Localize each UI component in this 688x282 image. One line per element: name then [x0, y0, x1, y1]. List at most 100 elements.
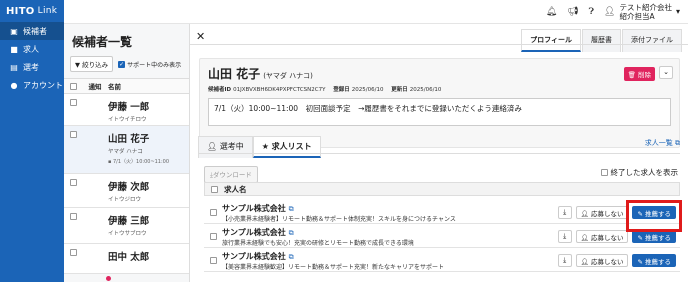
row-checkbox[interactable]: [69, 249, 77, 256]
more-dropdown-button[interactable]: ⌄: [659, 66, 673, 79]
job-checkbox[interactable]: [209, 257, 217, 264]
tab-job-list[interactable]: ★ 求人リスト: [252, 136, 321, 158]
top-bar: 🔔︎ 📢︎ ❓︎ 👤︎ テスト紹介会社 紹介担当A ▾: [64, 0, 688, 24]
candidate-memo: 7/1（火）10:00~11:00: [112, 159, 170, 165]
job-list-header: 求人名: [204, 182, 680, 196]
pencil-icon: ✎: [637, 258, 643, 266]
candidate-detail-panel: ✕ プロフィール 履歴書 添付ファイル 山田 花子 (ヤマダ ハナコ) 候補者ID…: [190, 24, 688, 282]
briefcase-icon: ■: [10, 44, 18, 54]
chevron-down-icon: ⌄: [663, 68, 669, 76]
row-checkbox[interactable]: [69, 131, 77, 138]
person-icon: 👤︎: [207, 142, 218, 151]
megaphone-icon[interactable]: 📢︎: [567, 7, 578, 17]
company-name: テスト紹介会社: [619, 2, 672, 12]
candidate-kana: ヤマダ ハナコ: [108, 149, 143, 155]
external-link-icon[interactable]: ⧉: [289, 205, 294, 213]
list-header: 通知 名前: [64, 78, 189, 94]
job-company-link[interactable]: サンプル株式会社: [222, 204, 286, 213]
job-company-link[interactable]: サンプル株式会社: [222, 228, 286, 237]
decline-button[interactable]: 👤︎ 応募しない: [575, 230, 629, 243]
updated-date: 2025/06/10: [409, 87, 442, 93]
list-item[interactable]: 山田 花子 ヤマダ ハナコ ▪ 7/1（火）10:00~11:00: [64, 126, 189, 174]
clipboard-icon: ▤: [10, 62, 18, 72]
tab-in-selection[interactable]: 👤︎ 選考中: [198, 136, 253, 158]
registered-date: 2025/06/10: [351, 87, 384, 93]
show-closed-toggle[interactable]: 終了した求人を表示: [600, 167, 678, 178]
list-item[interactable]: 伊藤 次郎イトウジロウ: [64, 174, 189, 208]
job-description: 旅行業界未経験でも安心！充実の研修とリモート勤務で成長できる環境: [222, 239, 414, 247]
job-company-link[interactable]: サンプル株式会社: [222, 252, 286, 261]
person-minus-icon: 👤︎: [580, 258, 589, 266]
page-title: 候補者一覧: [72, 35, 133, 49]
candidate-kana: イトウサブロウ: [108, 231, 147, 237]
candidate-name: 田中 太郎: [108, 252, 150, 263]
decline-button[interactable]: 👤︎ 応募しない: [575, 206, 629, 219]
list-item[interactable]: 伊藤 三郎イトウサブロウ: [64, 208, 189, 244]
support-only-checkbox[interactable]: ✓: [118, 60, 126, 68]
sidebar-item-jobs[interactable]: ■ 求人: [0, 40, 64, 58]
candidate-name: 山田 花子: [108, 134, 150, 145]
profile-name: 山田 花子: [208, 67, 261, 81]
candidate-kana: イトウジロウ: [108, 197, 142, 203]
bell-icon[interactable]: 🔔︎: [546, 7, 557, 17]
notice-column-header: 通知: [88, 83, 102, 91]
user-menu[interactable]: 👤︎ テスト紹介会社 紹介担当A ▾: [604, 3, 680, 21]
download-icon-button[interactable]: ⤓: [557, 206, 572, 219]
candidate-name: 伊藤 次郎: [108, 182, 150, 193]
job-description: 【美容業界未経験歓迎】リモート勤務＆サポート充実！新たなキャリアをサポート: [222, 263, 445, 271]
download-button[interactable]: ⤓ダウンロード: [204, 166, 258, 183]
show-closed-checkbox[interactable]: [600, 169, 608, 176]
row-checkbox[interactable]: [69, 99, 77, 106]
decline-button[interactable]: 👤︎ 応募しない: [575, 254, 629, 267]
sidebar: HITO Link ▣ 候補者 ■ 求人 ▤ 選考 ● アカウント: [0, 0, 64, 282]
download-icon: ⤓: [563, 232, 567, 240]
download-icon-button[interactable]: ⤓: [557, 230, 572, 243]
select-all-checkbox[interactable]: [69, 82, 77, 90]
download-icon: ⤓: [563, 256, 567, 264]
job-row: サンプル株式会社 ⧉ 旅行業界未経験でも安心！充実の研修とリモート勤務で成長でき…: [204, 226, 680, 248]
star-icon: ★: [261, 142, 269, 151]
candidate-name: 伊藤 一郎: [108, 102, 150, 113]
candidate-kana: イトウイチロウ: [108, 117, 147, 123]
candidate-list-panel: 候補者一覧 ▼ 絞り込み ✓ サポート中のみ表示 通知 名前 伊藤 一郎イトウイチ…: [64, 24, 190, 282]
job-list-link[interactable]: 求人一覧 ⧉: [645, 138, 680, 148]
job-row: サンプル株式会社 ⧉ 【美容業界未経験歓迎】リモート勤務＆サポート充実！新たなキ…: [204, 250, 680, 272]
job-row: サンプル株式会社 ⧉ 【小売業界未経験者】リモート勤務＆サポート体制充実！スキル…: [204, 202, 680, 224]
external-link-icon: ⧉: [675, 139, 680, 147]
filter-button[interactable]: ▼ 絞り込み: [70, 56, 114, 72]
select-all-jobs-checkbox[interactable]: [211, 185, 218, 193]
delete-button[interactable]: 🗑︎ 削除: [623, 67, 655, 81]
memo-field[interactable]: 7/1（火）10:00~11:00 初回面談予定 →履歴書をそれまでに登録いただ…: [208, 98, 671, 126]
name-column-header: 名前: [108, 83, 121, 91]
divider: [190, 44, 688, 45]
job-checkbox[interactable]: [209, 209, 217, 216]
user-icon: 👤︎: [604, 6, 616, 17]
help-icon[interactable]: ❓︎: [589, 7, 594, 17]
download-icon-button[interactable]: ⤓: [557, 254, 572, 267]
row-checkbox[interactable]: [69, 179, 77, 186]
sidebar-item-account[interactable]: ● アカウント: [0, 76, 64, 94]
recommend-button[interactable]: ✎ 推薦する: [632, 254, 676, 267]
support-only-toggle[interactable]: ✓ サポート中のみ表示: [118, 60, 181, 69]
row-checkbox[interactable]: [69, 213, 77, 220]
job-description: 【小売業界未経験者】リモート勤務＆サポート体制充実！スキルを身につけるチャンス: [222, 215, 456, 223]
list-item[interactable]: 伊藤 一郎イトウイチロウ: [64, 94, 189, 126]
tab-profile[interactable]: プロフィール: [521, 29, 581, 52]
sidebar-item-selection[interactable]: ▤ 選考: [0, 58, 64, 76]
external-link-icon[interactable]: ⧉: [289, 253, 294, 261]
list-item[interactable]: 田中 太郎: [64, 244, 189, 274]
job-checkbox[interactable]: [209, 233, 217, 240]
close-icon[interactable]: ✕: [196, 30, 205, 43]
divider: [198, 153, 680, 154]
filter-icon: ▼: [75, 61, 80, 69]
person-card-icon: ▣: [10, 26, 18, 36]
candidate-name: 伊藤 三郎: [108, 216, 150, 227]
external-link-icon[interactable]: ⧉: [289, 229, 294, 237]
app-logo[interactable]: HITO Link: [0, 0, 64, 22]
trash-icon: 🗑︎: [627, 71, 636, 79]
tab-resume[interactable]: 履歴書: [582, 29, 621, 52]
tab-attachments[interactable]: 添付ファイル: [622, 29, 682, 52]
pencil-icon: ✎: [637, 234, 643, 242]
sidebar-item-candidates[interactable]: ▣ 候補者: [0, 22, 64, 40]
notification-dot: [106, 276, 111, 281]
